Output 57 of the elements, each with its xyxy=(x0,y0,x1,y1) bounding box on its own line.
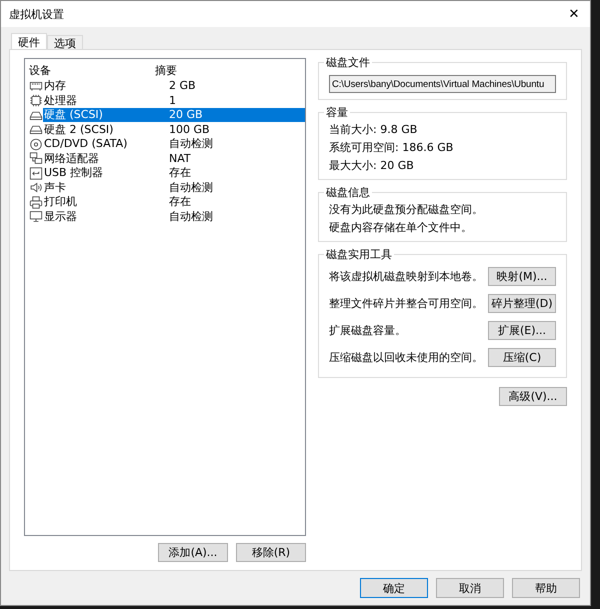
device-item[interactable]: 打印机 xyxy=(43,195,164,210)
device-summary: 2 GB xyxy=(168,79,197,94)
utility-button[interactable]: 映射(M)... xyxy=(488,267,556,286)
device-summary: 自动检测 xyxy=(168,137,214,152)
utility-button[interactable]: 扩展(E)... xyxy=(488,321,556,340)
device-item[interactable]: 声卡 xyxy=(43,180,164,195)
device-item[interactable]: 内存 xyxy=(43,79,164,94)
device-item[interactable]: 处理器 xyxy=(43,94,164,108)
utility-description: 整理文件碎片并整合可用空间。 xyxy=(329,296,483,311)
dialog-button[interactable]: 帮助 xyxy=(512,578,580,598)
utility-description: 扩展磁盘容量。 xyxy=(329,323,406,338)
group-title: 磁盘实用工具 xyxy=(324,247,394,262)
printer-icon xyxy=(29,196,43,209)
close-button[interactable]: ✕ xyxy=(558,2,590,26)
memory-module-icon xyxy=(29,80,43,93)
device-summary: 20 GB xyxy=(164,108,305,122)
device-item[interactable]: 网络适配器 xyxy=(43,152,164,166)
usb-icon xyxy=(29,166,43,180)
path-field[interactable]: C:\Users\bany\Documents\Virtual Machines\Ubuntu xyxy=(329,75,556,93)
speaker-icon xyxy=(29,181,43,194)
device-summary: 存在 xyxy=(168,166,192,180)
info-text: 没有为此硬盘预分配磁盘空间。 xyxy=(329,203,484,217)
device-summary: NAT xyxy=(168,152,192,166)
add-button[interactable]: 添加(A)... xyxy=(158,543,228,562)
advanced-button[interactable]: 高级(V)... xyxy=(499,387,567,406)
disc-icon xyxy=(29,138,43,151)
utility-button[interactable]: 压缩(C) xyxy=(488,348,556,367)
hard-drive-icon xyxy=(29,123,43,136)
capacity-text: 当前大小: 9.8 GB xyxy=(329,123,418,137)
device-summary: 自动检测 xyxy=(168,210,214,224)
utility-description: 将该虚拟机磁盘映射到本地卷。 xyxy=(329,269,483,284)
device-item[interactable]: CD/DVD (SATA) xyxy=(43,137,164,152)
remove-button[interactable]: 移除(R) xyxy=(236,543,306,562)
column-header: 摘要 xyxy=(154,64,178,78)
dialog-button[interactable]: 取消 xyxy=(436,578,504,598)
dialog-button[interactable]: 确定 xyxy=(360,578,428,598)
column-header: 设备 xyxy=(29,64,52,78)
group-title: 磁盘文件 xyxy=(324,55,372,70)
chip-icon xyxy=(29,94,43,108)
monitor-icon xyxy=(29,210,43,224)
device-item[interactable]: USB 控制器 xyxy=(43,166,164,180)
utility-button[interactable]: 碎片整理(D) xyxy=(488,294,556,313)
device-item[interactable]: 硬盘 2 (SCSI) xyxy=(43,122,164,137)
device-summary: 自动检测 xyxy=(168,180,214,195)
device-summary: 1 xyxy=(168,94,177,108)
device-item[interactable]: 显示器 xyxy=(43,210,164,224)
capacity-text: 系统可用空间: 186.6 GB xyxy=(329,141,454,155)
device-item[interactable]: 硬盘 (SCSI) xyxy=(43,108,164,122)
capacity-text: 最大大小: 20 GB xyxy=(329,159,415,173)
group-title: 容量 xyxy=(324,105,350,120)
device-summary: 100 GB xyxy=(168,122,211,137)
device-summary: 存在 xyxy=(168,195,192,210)
utility-description: 压缩磁盘以回收未使用的空间。 xyxy=(329,350,483,365)
info-text: 硬盘内容存储在单个文件中。 xyxy=(329,221,473,235)
group-title: 磁盘信息 xyxy=(324,185,372,200)
window-title: 虚拟机设置 xyxy=(9,6,64,22)
network-icon xyxy=(29,152,43,166)
